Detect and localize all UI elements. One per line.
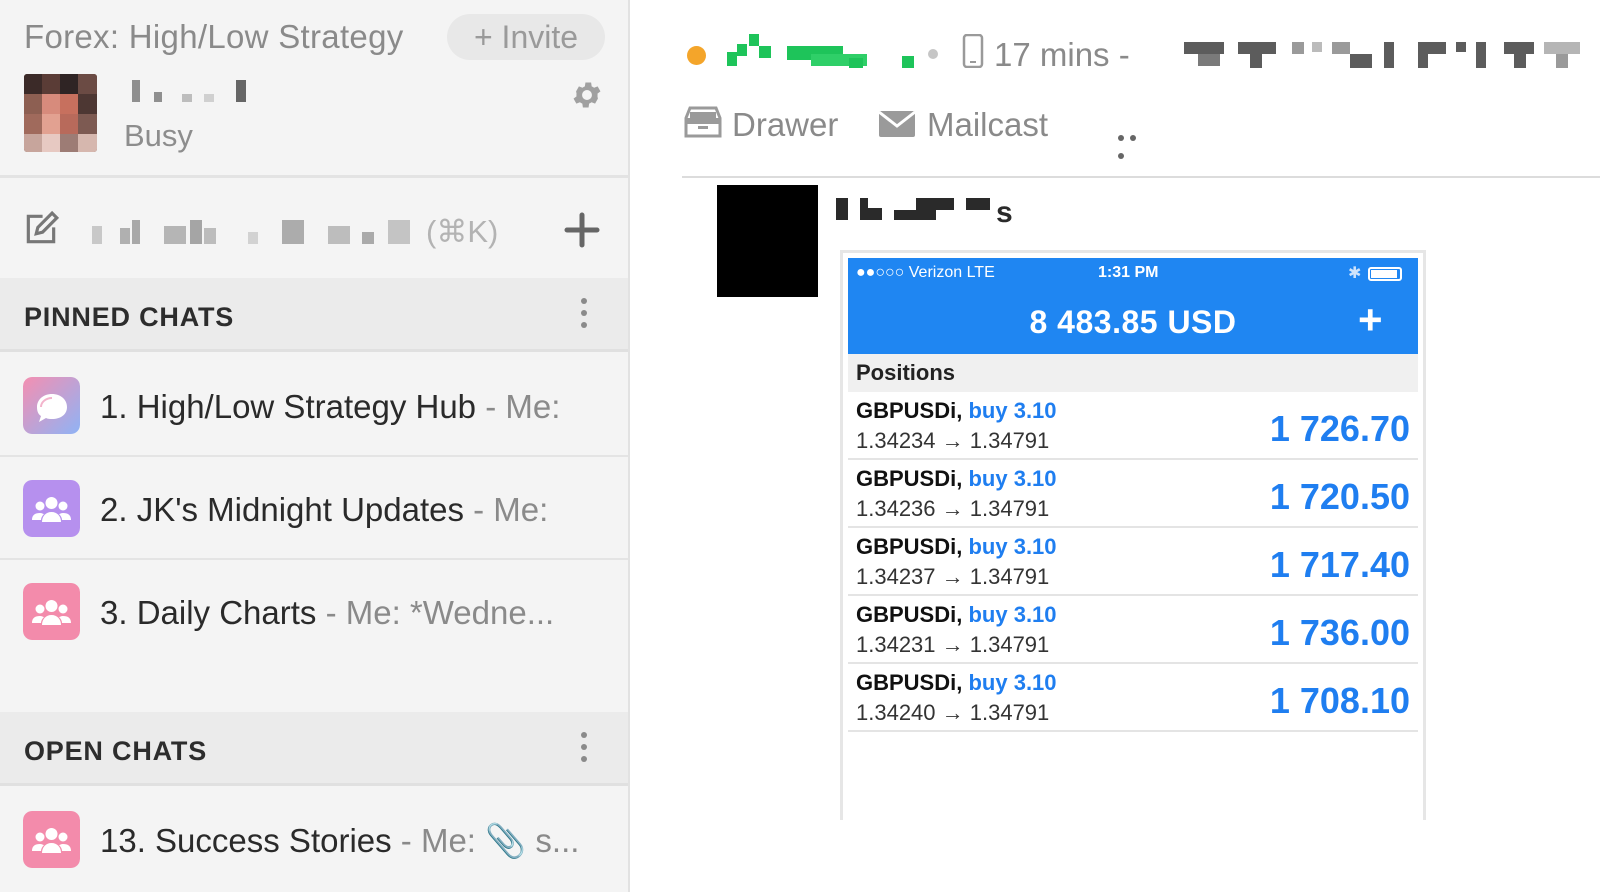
search-placeholder-redacted — [92, 220, 422, 248]
mail-icon[interactable] — [878, 106, 916, 142]
user-status[interactable]: Busy — [124, 118, 193, 154]
pinned-chat-item[interactable]: 3. Daily Charts - Me: *Wedne... — [0, 561, 628, 663]
position-profit: 1 736.00 — [1269, 612, 1410, 653]
invite-button[interactable]: + Invite — [447, 14, 605, 60]
position-symbol: GBPUSDi, — [856, 398, 963, 423]
chat-name: 3. Daily Charts — [100, 594, 317, 631]
position-prices: 1.34234 → 1.34791 — [856, 428, 1050, 453]
account-balance: 8 483.85 USD — [1029, 304, 1237, 340]
open-chats-menu-icon[interactable] — [578, 732, 590, 768]
search-shortcut-hint: (⌘K) — [426, 214, 499, 249]
position-profit: 1 708.10 — [1269, 680, 1410, 721]
position-symbol: GBPUSDi, — [856, 670, 963, 695]
position-row: GBPUSDi, buy 3.10 1.34234 → 1.34791 1 72… — [848, 392, 1418, 460]
chat-name: 13. Success Stories — [100, 822, 392, 859]
chat-preview: - Me: *Wedne... — [316, 594, 555, 631]
position-prices: 1.34236 → 1.34791 — [856, 496, 1050, 521]
position-row: GBPUSDi, buy 3.10 1.34231 → 1.34791 1 73… — [848, 596, 1418, 664]
position-symbol: GBPUSDi, — [856, 602, 963, 627]
position-symbol: GBPUSDi, — [856, 534, 963, 559]
sidebar: Forex: High/Low Strategy + Invite Busy (… — [0, 0, 630, 892]
carrier-text: ●●○○○ Verizon LTE — [856, 264, 995, 281]
drawer-button[interactable]: Drawer — [732, 106, 838, 146]
chat-preview: - Me: 📎 s... — [391, 822, 580, 859]
position-prices: 1.34240 → 1.34791 — [856, 700, 1050, 725]
user-avatar[interactable] — [24, 74, 97, 152]
pinned-chat-item[interactable]: 1. High/Low Strategy Hub - Me: — [0, 355, 628, 457]
group-icon — [23, 583, 80, 640]
workspace-header: Forex: High/Low Strategy + Invite Busy — [0, 0, 628, 178]
position-profit: 1 726.70 — [1269, 408, 1410, 449]
position-symbol: GBPUSDi, — [856, 466, 963, 491]
gear-icon[interactable] — [570, 78, 604, 112]
open-chats-header: OPEN CHATS — [0, 712, 628, 786]
position-row: GBPUSDi, buy 3.10 1.34240 → 1.34791 1 70… — [848, 664, 1418, 732]
presence-dot — [687, 46, 706, 65]
position-side: buy 3.10 — [968, 602, 1057, 627]
chat-main-panel: 17 mins - Drawer Mailcast s ●●○○○ Verizo… — [632, 0, 1600, 892]
pinned-chats-menu-icon[interactable] — [578, 298, 590, 334]
position-side: buy 3.10 — [968, 534, 1057, 559]
chat-bubbles-icon — [23, 377, 80, 434]
more-options-icon[interactable] — [1118, 128, 1152, 159]
workspace-title[interactable]: Forex: High/Low Strategy — [24, 18, 404, 56]
app-header-bar: ●●○○○ Verizon LTE 1:31 PM ✱ 8 483.85 USD… — [848, 258, 1418, 354]
position-profit: 1 720.50 — [1269, 476, 1410, 517]
position-row: GBPUSDi, buy 3.10 1.34237 → 1.34791 1 71… — [848, 528, 1418, 596]
toolbar-divider — [682, 176, 1600, 178]
group-icon — [23, 811, 80, 868]
message-image-attachment[interactable]: ●●○○○ Verizon LTE 1:31 PM ✱ 8 483.85 USD… — [840, 250, 1426, 820]
positions-header: Positions — [848, 354, 1418, 392]
position-prices: 1.34237 → 1.34791 — [856, 564, 1050, 589]
position-row: GBPUSDi, buy 3.10 1.34236 → 1.34791 1 72… — [848, 460, 1418, 528]
battery-icon — [1368, 267, 1402, 281]
chat-preview: - Me: — [463, 491, 549, 528]
sender-avatar[interactable] — [717, 185, 818, 297]
open-chats-title: OPEN CHATS — [24, 736, 208, 766]
open-chat-item[interactable]: 13. Success Stories - Me: 📎 s... — [0, 789, 628, 891]
pinned-chats-header: PINNED CHATS — [0, 278, 628, 352]
position-side: buy 3.10 — [968, 670, 1057, 695]
position-prices: 1.34231 → 1.34791 — [856, 632, 1050, 657]
position-profit: 1 717.40 — [1269, 544, 1410, 585]
pinned-chat-item[interactable]: 2. JK's Midnight Updates - Me: — [0, 458, 628, 560]
mobile-phone-icon — [962, 34, 984, 68]
position-side: buy 3.10 — [968, 466, 1057, 491]
chat-name: 1. High/Low Strategy Hub — [100, 388, 477, 425]
chat-preview: - Me: — [476, 388, 561, 425]
mailcast-button[interactable]: Mailcast — [927, 106, 1048, 146]
drawer-icon[interactable] — [684, 104, 722, 140]
separator-dot — [928, 49, 938, 59]
contact-status-redacted — [1184, 42, 1584, 70]
sender-name-redacted[interactable] — [836, 198, 996, 224]
bluetooth-icon: ✱ — [1348, 265, 1362, 282]
add-order-icon: + — [1358, 296, 1383, 343]
sender-name-suffix: s — [996, 196, 1013, 229]
status-time: 1:31 PM — [1098, 264, 1159, 281]
pinned-chats-title: PINNED CHATS — [24, 302, 235, 332]
group-icon — [23, 480, 80, 537]
username-redacted — [128, 80, 258, 108]
last-seen: 17 mins - — [994, 36, 1130, 73]
chat-name: 2. JK's Midnight Updates — [100, 491, 464, 528]
contact-name-redacted[interactable] — [727, 34, 914, 72]
add-chat-icon[interactable] — [562, 210, 602, 250]
compose-icon[interactable] — [22, 210, 60, 248]
position-side: buy 3.10 — [968, 398, 1057, 423]
